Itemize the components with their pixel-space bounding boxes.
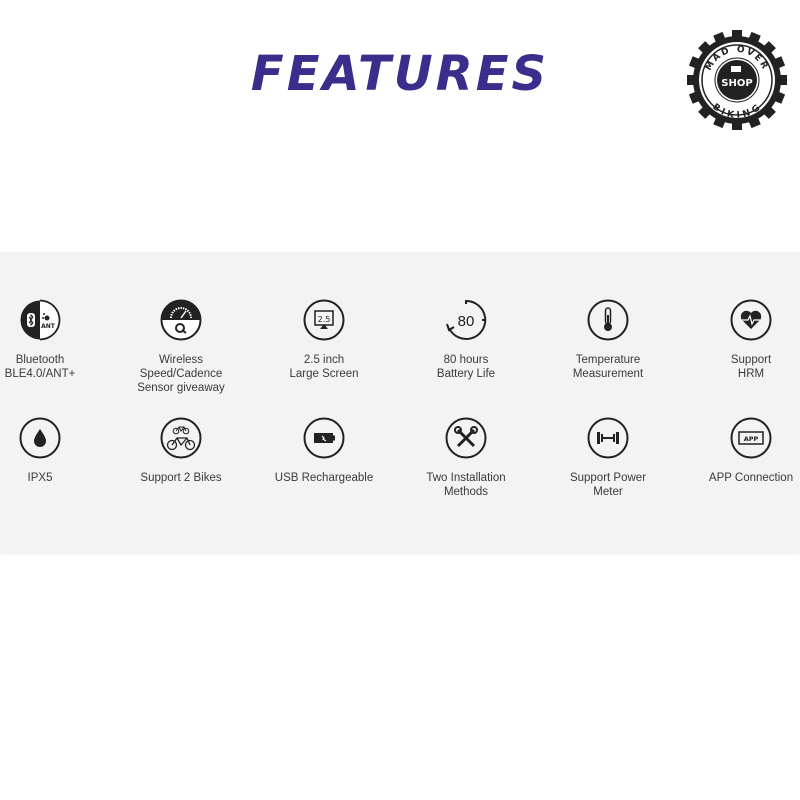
feature-label-line: Support [730,354,772,366]
feature-label-line: 80 hours [443,354,489,366]
feature-label-line: Meter [593,486,623,498]
mad-over-biking-shop-logo: MAD OVER BIKING SHOP [687,30,787,130]
feature-label-line: HRM [737,368,765,380]
screen-icon: 2.5 [303,299,345,341]
feature-label-line: 2.5 inch [303,354,345,366]
battery-charging-icon [303,417,345,459]
feature-label: 2.5 inch Large Screen [254,353,394,381]
feature-label: Temperature Measurement [538,353,678,381]
tools-icon [445,417,487,459]
feature-label: Support 2 Bikes [111,471,251,485]
feature-label-line: Temperature [575,354,641,366]
feature-label: USB Rechargeable [254,471,394,485]
feature-item: 2.5 2.5 inch Large Screen [254,299,394,381]
feature-item: USB Rechargeable [254,417,394,485]
battery-timer-icon: 80 [446,299,487,340]
feature-item: Support HRM [681,299,800,381]
feature-label: Wireless Speed/Cadence Sensor giveaway [111,353,251,395]
feature-item: Support 2 Bikes [111,417,251,485]
feature-label: Two Installation Methods [396,471,536,499]
feature-label: APP Connection [681,471,800,485]
feature-label-line: Battery Life [436,368,496,380]
heart-rate-icon [730,299,772,341]
feature-label-line: USB Rechargeable [274,472,374,484]
feature-label-line: Sensor giveaway [137,382,225,394]
feature-label-line: Methods [443,486,489,498]
bluetooth-ant-icon: ANT [20,299,61,341]
feature-label-line: Measurement [572,368,644,380]
svg-text:ANT: ANT [41,323,56,330]
two-bikes-icon [160,417,202,459]
water-drop-icon [19,417,61,459]
feature-label: Bluetooth BLE4.0/ANT+ [0,353,110,381]
feature-label-line: IPX5 [27,472,53,484]
feature-label-line: Speed/Cadence [139,368,223,380]
feature-label-line: Support 2 Bikes [140,472,222,484]
app-icon: APP [730,417,772,459]
feature-item: Two Installation Methods [396,417,536,499]
feature-item: ANT Bluetooth BLE4.0/ANT+ [0,299,110,381]
feature-item: APP APP Connection [681,417,800,485]
feature-item: Wireless Speed/Cadence Sensor giveaway [111,299,251,395]
feature-label-line: APP Connection [708,472,794,484]
speed-cadence-sensor-icon [160,299,202,341]
feature-label-line: Bluetooth [15,354,65,366]
feature-item: Support Power Meter [538,417,678,499]
power-meter-icon [587,417,629,459]
thermometer-icon [587,299,629,341]
feature-label: Support Power Meter [538,471,678,499]
feature-label: IPX5 [0,471,110,485]
svg-text:2.5: 2.5 [318,315,331,324]
cart-icon [731,66,741,72]
logo-center-text: SHOP [721,78,752,89]
feature-label-line: Two Installation [426,472,506,484]
features-panel [0,252,800,553]
feature-label: Support HRM [681,353,800,381]
feature-label-line: Wireless [158,354,204,366]
svg-text:APP: APP [744,435,759,443]
svg-text:80: 80 [458,313,475,330]
feature-item: Temperature Measurement [538,299,678,381]
feature-label-line: Large Screen [289,368,359,380]
feature-label-line: Support Power [569,472,647,484]
feature-label: 80 hours Battery Life [396,353,536,381]
page-title: FEATURES [250,46,550,102]
feature-item: IPX5 [0,417,110,485]
feature-item: 80 80 hours Battery Life [396,299,536,381]
feature-label-line: BLE4.0/ANT+ [4,368,76,380]
